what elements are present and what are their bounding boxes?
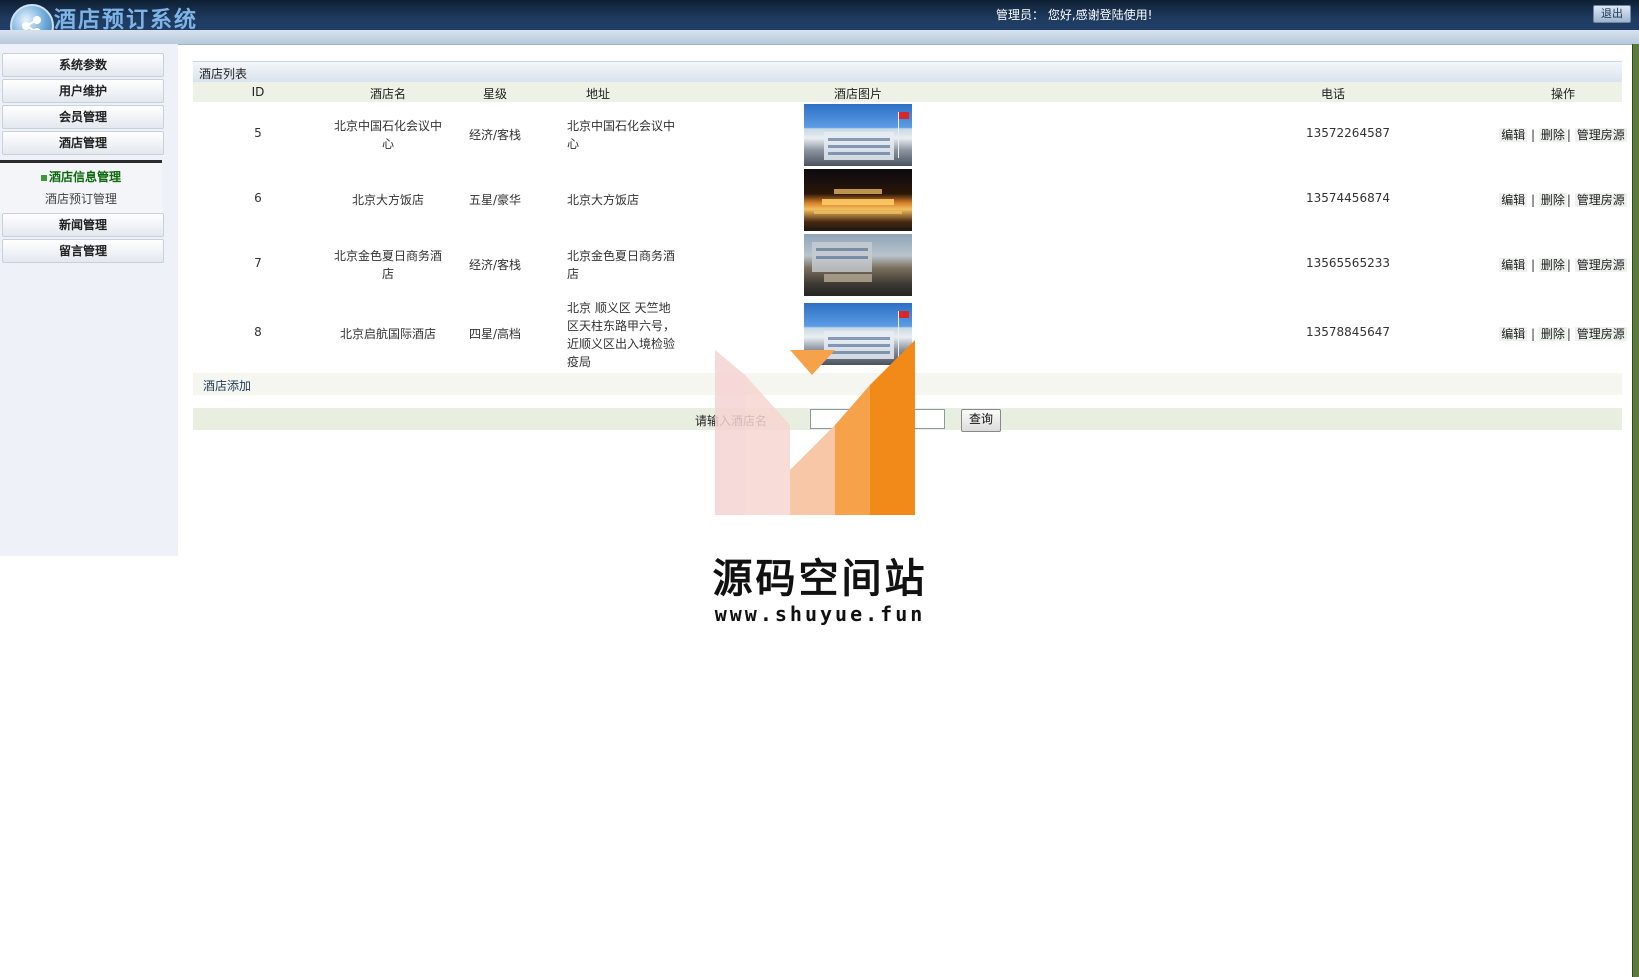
separator: | (1566, 327, 1571, 341)
cell-address: 北京大方饭店 (567, 193, 640, 207)
cell-id: 5 (254, 126, 262, 140)
col-image: 酒店图片 (833, 87, 882, 101)
search-button[interactable]: 查询 (961, 409, 1001, 432)
edit-link[interactable]: 编辑 (1499, 258, 1528, 272)
manage-rooms-link[interactable]: 管理房源 (1574, 128, 1627, 142)
sidebar-subitem-hotel-info[interactable]: 酒店信息管理 (0, 168, 162, 185)
manage-rooms-link[interactable]: 管理房源 (1574, 193, 1627, 207)
cell-name: 北京中国石化会议中心 (333, 119, 442, 151)
section-title: 酒店列表 (199, 67, 248, 81)
cell-star: 四星/高档 (468, 327, 522, 341)
edit-link[interactable]: 编辑 (1499, 327, 1528, 341)
separator: | (1566, 193, 1571, 207)
hotel-image (804, 169, 912, 231)
header-subbar (0, 30, 1639, 45)
manage-rooms-link[interactable]: 管理房源 (1574, 258, 1627, 272)
cell-phone: 13574456874 (1306, 191, 1390, 205)
sidebar-item-system-params[interactable]: 系统参数 (2, 53, 164, 77)
cell-star: 经济/客栈 (468, 128, 522, 142)
cell-name: 北京金色夏日商务酒店 (333, 249, 442, 281)
table-row: 6 北京大方饭店 五星/豪华 北京大方饭店 13574456874 编辑 | 删… (193, 168, 1627, 232)
top-header: 酒店预订系统 管理员： 您好,感谢登陆使用! 退出 (0, 0, 1639, 48)
watermark-title: 源码空间站 (712, 556, 928, 602)
separator: | (1566, 258, 1571, 272)
cell-phone: 13572264587 (1306, 126, 1390, 140)
logout-button[interactable]: 退出 (1593, 5, 1631, 23)
col-name: 酒店名 (369, 87, 406, 101)
sidebar: 系统参数 用户维护 会员管理 酒店管理 酒店信息管理 酒店预订管理 新闻管理 留… (0, 44, 178, 556)
cell-phone: 13578845647 (1306, 325, 1390, 339)
separator: | (1531, 327, 1536, 341)
separator: | (1531, 258, 1536, 272)
greeting-text: 管理员： 您好,感谢登陆使用! (996, 8, 1153, 22)
cell-actions: 编辑 | 删除 | 管理房源 (1443, 325, 1639, 342)
table-row: 7 北京金色夏日商务酒店 经济/客栈 北京金色夏日商务酒店 1356556523… (193, 233, 1627, 297)
sidebar-subitem-hotel-booking[interactable]: 酒店预订管理 (0, 190, 162, 207)
col-star: 星级 (482, 87, 507, 101)
manage-rooms-link[interactable]: 管理房源 (1574, 327, 1627, 341)
hotel-image (804, 104, 912, 166)
cell-star: 五星/豪华 (468, 193, 522, 207)
cell-id: 7 (254, 256, 262, 270)
cell-address: 北京 顺义区 天竺地区天柱东路甲六号，近顺义区出入境检验疫局 (567, 301, 676, 369)
separator: | (1531, 128, 1536, 142)
section-title-bar: 酒店列表 (193, 61, 1622, 82)
watermark-logo-icon (715, 340, 915, 515)
sidebar-item-user-maintenance[interactable]: 用户维护 (2, 79, 164, 103)
table-header: ID 酒店名 星级 地址 酒店图片 电话 操作 (193, 82, 1622, 102)
sidebar-item-member-management[interactable]: 会员管理 (2, 105, 164, 129)
separator: | (1531, 193, 1536, 207)
active-dot-icon (40, 174, 47, 181)
table-row: 5 北京中国石化会议中心 经济/客栈 北京中国石化会议中心 1357226458… (193, 103, 1627, 167)
cell-actions: 编辑 | 删除 | 管理房源 (1443, 256, 1639, 273)
sidebar-item-message-management[interactable]: 留言管理 (2, 239, 164, 263)
col-address: 地址 (585, 87, 610, 101)
delete-link[interactable]: 删除 (1538, 193, 1567, 207)
hotel-image (804, 234, 912, 296)
col-id: ID (251, 85, 265, 99)
separator: | (1566, 128, 1571, 142)
edit-link[interactable]: 编辑 (1499, 193, 1528, 207)
add-hotel-link[interactable]: 酒店添加 (203, 377, 251, 394)
vertical-scrollbar[interactable] (1632, 44, 1639, 977)
delete-link[interactable]: 删除 (1538, 258, 1567, 272)
cell-actions: 编辑 | 删除 | 管理房源 (1443, 191, 1639, 208)
col-phone: 电话 (1320, 87, 1345, 101)
cell-address: 北京金色夏日商务酒店 (567, 249, 676, 281)
col-actions: 操作 (1550, 87, 1575, 101)
cell-star: 经济/客栈 (468, 258, 522, 272)
cell-id: 8 (254, 325, 262, 339)
cell-phone: 13565565233 (1306, 256, 1390, 270)
cell-id: 6 (254, 191, 262, 205)
cell-address: 北京中国石化会议中心 (567, 119, 676, 151)
cell-name: 北京大方饭店 (351, 193, 424, 207)
sidebar-item-news-management[interactable]: 新闻管理 (2, 213, 164, 237)
hotel-submenu: 酒店信息管理 酒店预订管理 (0, 160, 162, 213)
cell-actions: 编辑 | 删除 | 管理房源 (1443, 126, 1639, 143)
sidebar-item-hotel-management[interactable]: 酒店管理 (2, 131, 164, 155)
cell-name: 北京启航国际酒店 (339, 327, 436, 341)
watermark-url: www.shuyue.fun (714, 602, 926, 626)
delete-link[interactable]: 删除 (1538, 128, 1567, 142)
edit-link[interactable]: 编辑 (1499, 128, 1528, 142)
delete-link[interactable]: 删除 (1538, 327, 1567, 341)
